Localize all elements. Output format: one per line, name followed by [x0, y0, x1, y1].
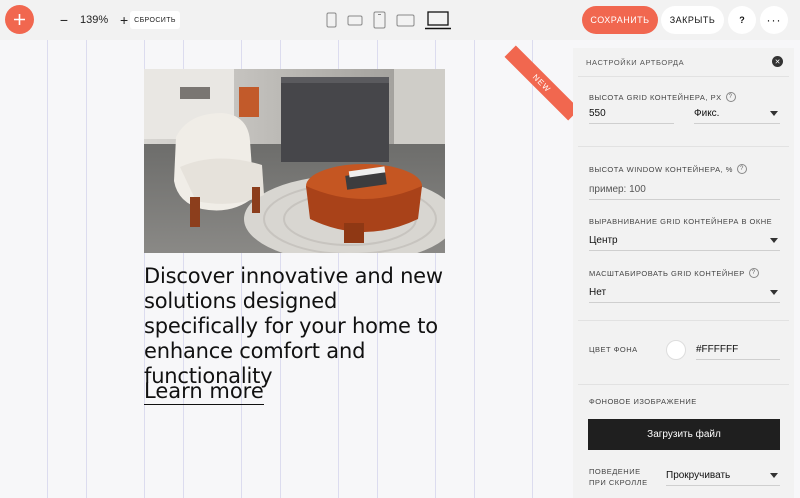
desktop-icon[interactable] — [425, 10, 451, 30]
window-height-label: ВЫСОТА WINDOW КОНТЕЙНЕРА, % ? — [589, 164, 747, 174]
tablet-portrait-icon[interactable] — [373, 11, 386, 29]
window-container-section: ВЫСОТА WINDOW КОНТЕЙНЕРА, % ? пример: 10… — [578, 146, 789, 316]
bg-image-label: ФОНОВОЕ ИЗОБРАЖЕНИЕ — [589, 397, 697, 406]
top-toolbar: − 139% + СБРОСИТЬ СОХРАНИТЬ ЗАКРЫТЬ ? ··… — [0, 0, 800, 40]
add-element-button[interactable] — [5, 5, 34, 34]
grid-line — [532, 40, 533, 498]
help-button[interactable]: ? — [728, 6, 756, 34]
zoom-control: − 139% + — [58, 11, 130, 29]
zoom-out-button[interactable]: − — [58, 13, 70, 27]
chevron-down-icon — [770, 238, 778, 243]
close-icon: ✕ — [774, 58, 781, 66]
grid-height-mode-select[interactable]: Фикс. — [694, 104, 780, 124]
learn-more-link[interactable]: Learn more — [144, 378, 264, 405]
grid-height-input[interactable]: 550 — [589, 104, 674, 124]
artboard-settings-panel: НАСТРОЙКИ АРТБОРДА ✕ ВЫСОТА GRID КОНТЕЙН… — [573, 48, 794, 498]
align-label: ВЫРАВНИВАНИЕ GRID КОНТЕЙНЕРА В ОКНЕ — [589, 217, 773, 226]
scale-label: МАСШТАБИРОВАТЬ GRID КОНТЕЙНЕР ? — [589, 268, 759, 278]
align-select[interactable]: Центр — [589, 231, 780, 251]
help-icon[interactable]: ? — [736, 164, 747, 174]
panel-title: НАСТРОЙКИ АРТБОРДА — [586, 57, 685, 67]
bg-color-section: ЦВЕТ ФОНА #FFFFFF — [578, 320, 789, 380]
tablet-landscape-icon[interactable] — [396, 14, 415, 27]
chevron-down-icon — [770, 290, 778, 295]
hero-heading[interactable]: Discover innovative and new solutions de… — [144, 264, 454, 389]
bg-color-label: ЦВЕТ ФОНА — [589, 345, 638, 354]
zoom-in-button[interactable]: + — [118, 13, 130, 27]
save-button[interactable]: СОХРАНИТЬ — [582, 6, 658, 34]
scale-select[interactable]: Нет — [589, 283, 780, 303]
scroll-behavior-select[interactable]: Прокручивать — [666, 466, 780, 486]
grid-line — [474, 40, 475, 498]
new-ribbon[interactable]: NEW — [504, 45, 580, 121]
close-button[interactable]: ЗАКРЫТЬ — [661, 6, 724, 34]
help-icon[interactable]: ? — [725, 92, 736, 102]
hero-image[interactable] — [144, 69, 445, 253]
window-height-input[interactable]: пример: 100 — [589, 180, 780, 200]
upload-file-button[interactable]: Загрузить файл — [588, 419, 780, 450]
grid-height-section: ВЫСОТА GRID КОНТЕЙНЕРА, PX ? 550 Фикс. — [578, 76, 789, 143]
grid-height-label: ВЫСОТА GRID КОНТЕЙНЕРА, PX ? — [589, 92, 736, 102]
help-icon[interactable]: ? — [748, 268, 759, 278]
bg-image-section: ФОНОВОЕ ИЗОБРАЖЕНИЕ Загрузить файл ПОВЕД… — [578, 384, 789, 498]
bg-color-input[interactable]: #FFFFFF — [696, 340, 780, 360]
reset-button[interactable]: СБРОСИТЬ — [130, 11, 180, 29]
bg-color-swatch[interactable] — [666, 340, 686, 360]
scroll-behavior-label: ПОВЕДЕНИЕ ПРИ СКРОЛЛЕ — [589, 467, 648, 487]
chevron-down-icon — [770, 111, 778, 116]
phone-portrait-icon[interactable] — [326, 12, 337, 28]
phone-landscape-icon[interactable] — [347, 15, 363, 26]
grid-line — [86, 40, 87, 498]
more-options-button[interactable]: ··· — [760, 6, 788, 34]
panel-close-button[interactable]: ✕ — [772, 56, 783, 67]
chevron-down-icon — [770, 473, 778, 478]
zoom-level: 139% — [80, 14, 109, 26]
grid-line — [47, 40, 48, 498]
device-switcher — [326, 8, 451, 32]
plus-icon — [14, 14, 25, 25]
